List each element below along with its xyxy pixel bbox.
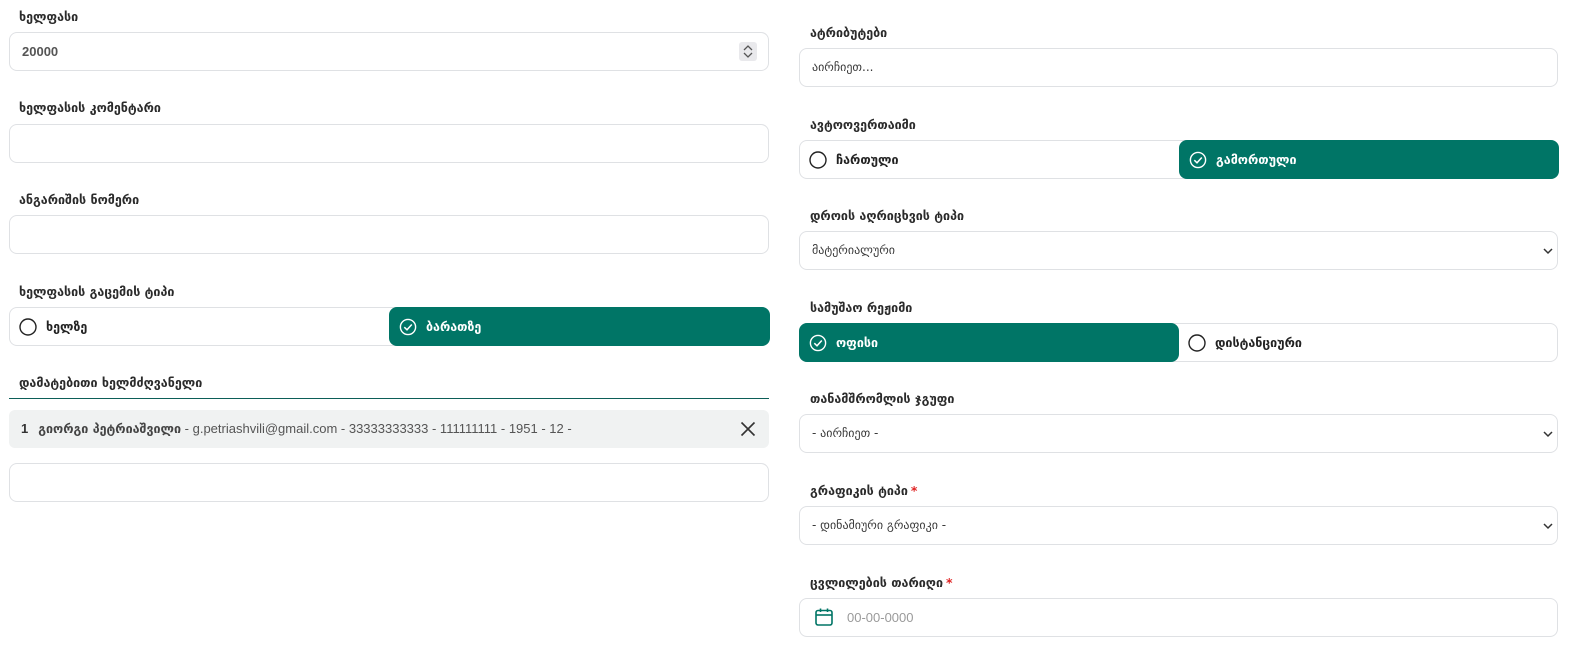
employee-group-value: - აირჩიეთ - xyxy=(812,426,879,440)
extra-manager-label: დამატებითი ხელმძღვანელი xyxy=(19,375,203,390)
time-tracking-type-value: მატერიალური xyxy=(812,243,895,257)
required-asterisk: * xyxy=(910,483,918,498)
change-date-placeholder: 00-00-0000 xyxy=(847,610,914,625)
salary-comment-input[interactable] xyxy=(9,124,769,163)
required-asterisk: * xyxy=(946,575,953,590)
calendar-icon[interactable] xyxy=(814,607,834,627)
attributes-label: ატრიბუტები xyxy=(810,25,888,40)
time-tracking-type-label: დროის აღრიცხვის ტიპი xyxy=(810,208,965,223)
radio-option-on[interactable]: ჩართული xyxy=(799,140,1178,179)
salary-issue-type-group: ხელზე ბარათზე xyxy=(9,307,770,346)
attributes-value: აირჩიეთ... xyxy=(812,60,874,74)
schedule-type-value: - დინამიური გრაფიკი - xyxy=(812,518,947,532)
close-icon[interactable] xyxy=(740,421,756,437)
radio-option-off[interactable]: გამორთული xyxy=(1179,140,1559,179)
salary-issue-type-label: ხელფასის გაცემის ტიპი xyxy=(19,284,175,299)
radio-option-label: ჩართული xyxy=(836,152,899,167)
salary-input[interactable]: 20000 xyxy=(9,32,769,71)
salary-comment-label: ხელფასის კომენტარი xyxy=(19,100,161,115)
extra-manager-search-input[interactable] xyxy=(9,463,769,502)
radio-circle-icon xyxy=(809,150,827,169)
chevron-down-icon xyxy=(1543,431,1553,438)
time-tracking-type-select[interactable]: მატერიალური xyxy=(799,231,1558,270)
account-number-input[interactable] xyxy=(9,215,769,254)
attributes-select[interactable]: აირჩიეთ... xyxy=(799,48,1558,87)
manager-details: - g.petriashvili@gmail.com - 33333333333… xyxy=(181,421,572,436)
schedule-type-label: გრაფიკის ტიპი * xyxy=(810,483,917,499)
section-divider xyxy=(9,398,769,399)
change-date-input[interactable]: 00-00-0000 xyxy=(799,598,1558,637)
radio-option-label: გამორთული xyxy=(1216,152,1297,167)
chevron-down-icon xyxy=(1543,248,1553,255)
radio-circle-icon xyxy=(19,317,37,336)
change-date-label-text: ცვლილების თარიღი xyxy=(810,575,944,590)
work-mode-group: ოფისი დისტანციური xyxy=(799,323,1558,362)
work-mode-label: სამუშაო რეჟიმი xyxy=(810,300,913,315)
radio-option-by-card[interactable]: ბარათზე xyxy=(389,307,770,346)
salary-value: 20000 xyxy=(22,44,59,59)
selected-manager-row: 1 გიორგი პეტრიაშვილი - g.petriashvili@gma… xyxy=(9,410,769,448)
radio-option-label: ბარათზე xyxy=(426,319,482,334)
schedule-type-label-text: გრაფიკის ტიპი xyxy=(810,483,908,498)
account-number-label: ანგარიშის ნომერი xyxy=(19,192,140,207)
number-spinner-icon[interactable] xyxy=(739,42,757,61)
radio-option-by-hand[interactable]: ხელზე xyxy=(9,307,388,346)
radio-circle-icon xyxy=(1188,333,1206,352)
manager-name: გიორგი პეტრიაშვილი xyxy=(38,421,182,436)
chevron-down-icon xyxy=(1543,523,1553,530)
selected-manager-text: 1 გიორგი პეტრიაშვილი - g.petriashvili@gma… xyxy=(21,410,572,448)
radio-option-label: ხელზე xyxy=(46,319,88,334)
auto-overtime-label: ავტოოვერთაიმი xyxy=(810,117,916,132)
radio-option-remote[interactable]: დისტანციური xyxy=(1178,323,1557,362)
radio-option-label: ოფისი xyxy=(836,335,879,350)
salary-label: ხელფასი xyxy=(19,9,79,24)
check-circle-icon xyxy=(1189,151,1207,168)
check-circle-icon xyxy=(809,334,827,351)
schedule-type-select[interactable]: - დინამიური გრაფიკი - xyxy=(799,506,1558,545)
radio-option-office[interactable]: ოფისი xyxy=(799,323,1179,362)
employee-group-label: თანამშრომლის ჯგუფი xyxy=(810,391,955,406)
check-circle-icon xyxy=(399,318,417,335)
employee-group-select[interactable]: - აირჩიეთ - xyxy=(799,414,1558,453)
change-date-label: ცვლილების თარიღი * xyxy=(810,575,953,591)
manager-index: 1 xyxy=(21,421,29,436)
auto-overtime-group: ჩართული გამორთული xyxy=(799,140,1559,179)
radio-option-label: დისტანციური xyxy=(1215,335,1302,350)
